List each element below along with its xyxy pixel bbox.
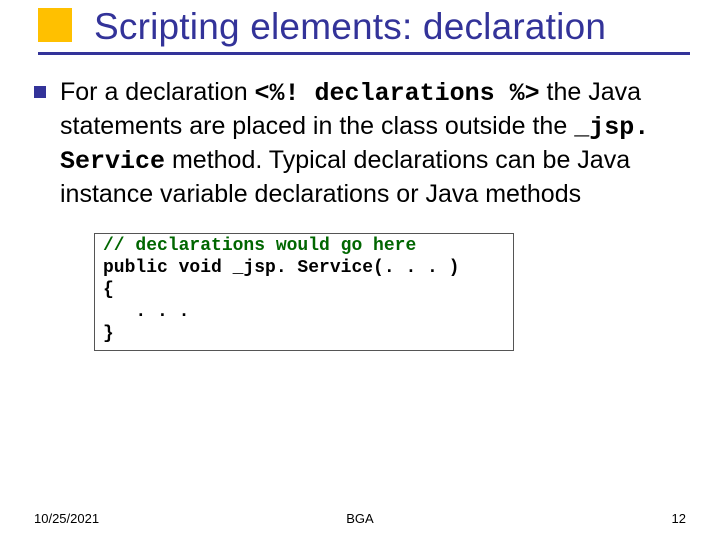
slide-title: Scripting elements: declaration [0, 6, 720, 48]
title-area: Scripting elements: declaration [0, 0, 720, 48]
footer: 10/25/2021 BGA 12 [0, 511, 720, 526]
code-line-3: { [103, 280, 114, 300]
bullet-item: For a declaration <%! declarations %> th… [34, 76, 690, 211]
code-line-4: . . . [103, 302, 189, 322]
footer-author: BGA [251, 511, 468, 526]
bullet-code1: <%! declarations %> [255, 79, 540, 108]
code-box: // declarations would go here public voi… [94, 233, 514, 351]
code-block: // declarations would go here public voi… [103, 236, 505, 346]
slide: Scripting elements: declaration For a de… [0, 0, 720, 540]
slide-body: For a declaration <%! declarations %> th… [0, 48, 720, 351]
footer-date: 10/25/2021 [34, 511, 251, 526]
footer-page-number: 12 [469, 511, 686, 526]
code-comment: // declarations would go here [103, 236, 416, 256]
bullet-text: For a declaration <%! declarations %> th… [60, 76, 690, 211]
code-line-5: } [103, 324, 114, 344]
title-underline [38, 52, 690, 55]
bullet-marker-icon [34, 86, 46, 98]
bullet-seg1: For a declaration [60, 78, 255, 106]
code-line-2: public void _jsp. Service(. . . ) [103, 258, 459, 278]
